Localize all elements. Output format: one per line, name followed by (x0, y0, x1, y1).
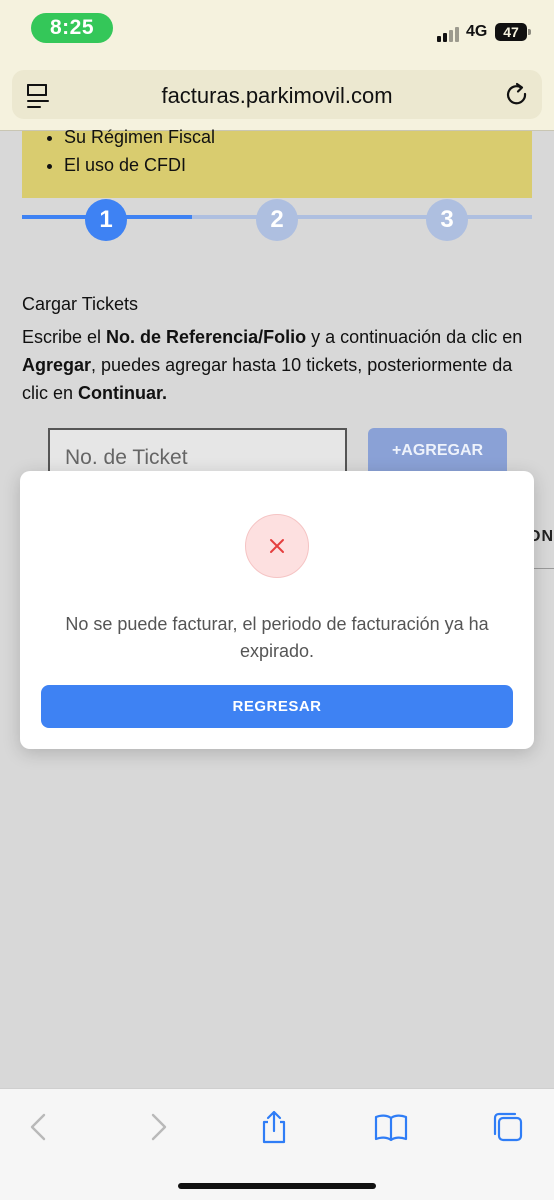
instructions-bold: Continuar. (78, 383, 168, 403)
error-message: No se puede facturar, el periodo de fact… (65, 614, 489, 661)
step-1: 1 (85, 199, 127, 241)
status-time: 8:25 (31, 13, 113, 43)
forward-icon[interactable] (140, 1109, 176, 1145)
instructions-bold: No. de Referencia/Folio (106, 327, 307, 347)
tabs-icon[interactable] (490, 1109, 526, 1145)
battery-icon: 47 (495, 23, 531, 41)
instructions-part: Escribe el (22, 327, 107, 347)
share-icon[interactable] (256, 1109, 292, 1145)
instructions-bold: Agregar (22, 355, 92, 375)
network-type: 4G (466, 23, 488, 40)
step-2: 2 (256, 199, 298, 241)
instructions-part: y a continuación da clic en (306, 327, 523, 347)
step-line-inactive (192, 215, 532, 219)
back-button[interactable]: REGRESAR (41, 685, 513, 728)
home-indicator (178, 1183, 376, 1189)
error-dialog: No se puede facturar, el periodo de fact… (20, 471, 534, 749)
address-bar[interactable]: facturas.parkimovil.com (12, 70, 542, 119)
requirements-list: Su Régimen Fiscal El uso de CFDI (64, 123, 215, 179)
close-icon (270, 539, 284, 553)
error-icon-badge (245, 514, 309, 578)
instructions-text: Escribe el No. de Referencia/Folio y a c… (22, 323, 537, 407)
step-3: 3 (426, 199, 468, 241)
progress-stepper: 1 2 3 (22, 196, 532, 244)
requirement-item: El uso de CFDI (64, 151, 215, 179)
requirements-banner: Su Régimen Fiscal El uso de CFDI (22, 127, 532, 198)
reload-icon[interactable] (502, 80, 532, 110)
section-title: Cargar Tickets (22, 294, 139, 314)
back-icon[interactable] (22, 1109, 58, 1145)
signal-icon (437, 26, 463, 42)
browser-top-bar: 8:25 4G 47 facturas.parkimovil.com (0, 0, 554, 131)
bookmarks-icon[interactable] (373, 1109, 409, 1145)
requirement-item: Su Régimen Fiscal (64, 123, 215, 151)
url-text[interactable]: facturas.parkimovil.com (12, 83, 542, 109)
